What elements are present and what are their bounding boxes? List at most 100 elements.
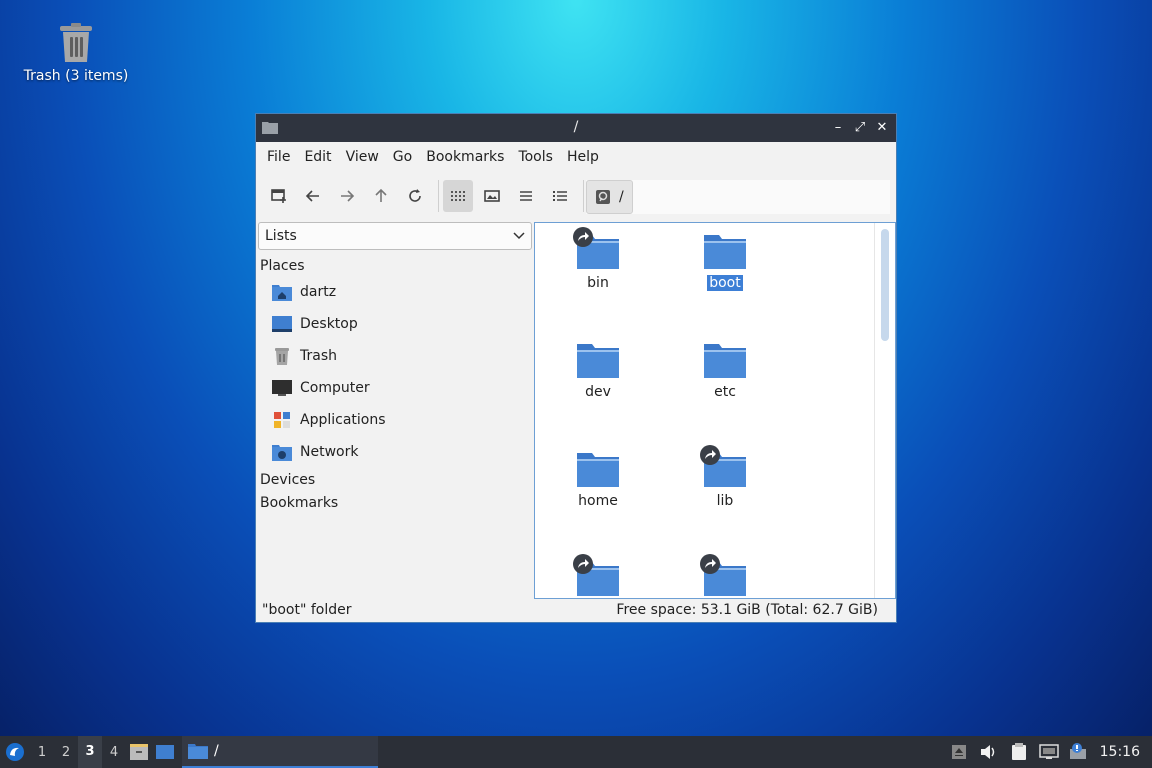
launcher-files[interactable] [126, 736, 152, 768]
workspace-3[interactable]: 3 [78, 736, 102, 768]
menu-tools[interactable]: Tools [511, 149, 560, 165]
title-bar[interactable]: / – ⤢ ✕ [256, 114, 896, 142]
grid-icon [451, 191, 465, 201]
symlink-icon [573, 554, 593, 574]
bookmarks-header[interactable]: Bookmarks [258, 493, 532, 513]
status-selection: "boot" folder [262, 602, 352, 618]
folder-icon [188, 744, 208, 759]
place-label: Desktop [300, 316, 358, 332]
clock[interactable]: 15:16 [1096, 744, 1144, 760]
new-tab-button[interactable] [264, 180, 294, 212]
menu-edit[interactable]: Edit [297, 149, 338, 165]
menu-file[interactable]: File [260, 149, 297, 165]
folder-icon [700, 445, 748, 489]
thumbnail-view-button[interactable] [477, 180, 507, 212]
back-button[interactable] [298, 180, 328, 212]
clipboard-icon[interactable] [1006, 736, 1032, 768]
status-bar: "boot" folder Free space: 53.1 GiB (Tota… [256, 598, 896, 622]
workspace-1[interactable]: 1 [30, 745, 54, 760]
folder-label: etc [714, 384, 736, 400]
desktop-trash[interactable]: Trash (3 items) [22, 22, 130, 84]
menu-go[interactable]: Go [386, 149, 419, 165]
launcher-show-desktop[interactable] [152, 736, 178, 768]
icon-view-button[interactable] [443, 180, 473, 212]
path-bar: / [586, 180, 890, 214]
list-icon [520, 191, 532, 201]
menu-bookmarks[interactable]: Bookmarks [419, 149, 511, 165]
desktop-icon [272, 316, 292, 332]
task-label: / [214, 743, 219, 759]
place-label: dartz [300, 284, 337, 300]
symlink-icon [700, 554, 720, 574]
place-applications[interactable]: Applications [258, 404, 532, 436]
toolbar: / [256, 172, 896, 220]
folder-label: boot [707, 275, 743, 291]
workspace-4[interactable]: 4 [102, 745, 126, 760]
place-dartz[interactable]: dartz [258, 276, 532, 308]
place-computer[interactable]: Computer [258, 372, 532, 404]
network-icon[interactable] [1036, 736, 1062, 768]
detailed-list-button[interactable] [545, 180, 575, 212]
folder-item[interactable]: bin [548, 227, 648, 291]
compact-view-button[interactable] [511, 180, 541, 212]
menu-help[interactable]: Help [560, 149, 606, 165]
lubuntu-logo-icon [6, 743, 24, 761]
toolbar-separator [583, 180, 584, 212]
up-button[interactable] [366, 180, 396, 212]
arrow-left-icon [305, 190, 319, 202]
file-manager-window: / – ⤢ ✕ File Edit View Go Bookmarks Tool… [255, 113, 897, 623]
vertical-scrollbar[interactable] [881, 229, 889, 341]
path-root-button[interactable]: / [586, 180, 633, 214]
folder-item[interactable] [548, 554, 648, 598]
folder-label: lib [716, 493, 734, 509]
chevron-down-icon [513, 232, 525, 240]
start-menu-button[interactable] [0, 736, 30, 768]
reload-button[interactable] [400, 180, 430, 212]
folder-icon [700, 554, 748, 598]
trash-icon [275, 348, 289, 365]
place-network[interactable]: Network [258, 436, 532, 468]
new-tab-icon [271, 189, 286, 203]
maximize-icon[interactable]: ⤢ [852, 118, 868, 136]
folder-icon [573, 227, 621, 271]
folder-icon [575, 340, 621, 380]
folder-item-selected[interactable]: boot [675, 231, 775, 291]
file-cabinet-icon [130, 744, 148, 760]
folder-item[interactable] [675, 554, 775, 598]
place-label: Network [300, 444, 359, 460]
forward-button[interactable] [332, 180, 362, 212]
side-pane-mode-select[interactable]: Lists [258, 222, 532, 250]
folder-item[interactable]: etc [675, 340, 775, 400]
place-label: Applications [300, 412, 386, 428]
applications-icon [274, 412, 290, 428]
reload-icon [409, 189, 421, 202]
task-file-manager[interactable]: / [182, 736, 378, 768]
eject-icon[interactable] [946, 736, 972, 768]
folder-icon-view[interactable]: bin boot dev etc home lib [534, 222, 896, 599]
toolbar-separator [438, 180, 439, 212]
network-folder-icon [272, 445, 292, 461]
place-label: Computer [300, 380, 370, 396]
window-title: / [573, 119, 579, 135]
folder-item[interactable]: home [548, 449, 648, 509]
update-notifier-icon[interactable] [1066, 736, 1092, 768]
places-header[interactable]: Places [258, 256, 532, 276]
folder-item[interactable]: dev [548, 340, 648, 400]
workspace-2[interactable]: 2 [54, 745, 78, 760]
desktop-trash-label: Trash (3 items) [23, 68, 129, 84]
drive-icon [596, 190, 610, 204]
computer-icon [272, 380, 292, 396]
devices-header[interactable]: Devices [258, 470, 532, 490]
minimize-icon[interactable]: – [830, 118, 846, 136]
place-desktop[interactable]: Desktop [258, 308, 532, 340]
scroll-gutter [874, 223, 875, 598]
place-trash[interactable]: Trash [258, 340, 532, 372]
status-free-space: Free space: 53.1 GiB (Total: 62.7 GiB) [616, 602, 878, 618]
folder-label: home [578, 493, 618, 509]
folder-item[interactable]: lib [675, 445, 775, 509]
menu-view[interactable]: View [339, 149, 386, 165]
volume-icon[interactable] [976, 736, 1002, 768]
path-label: / [619, 189, 624, 205]
detailed-list-icon [553, 191, 567, 201]
close-icon[interactable]: ✕ [874, 118, 890, 136]
